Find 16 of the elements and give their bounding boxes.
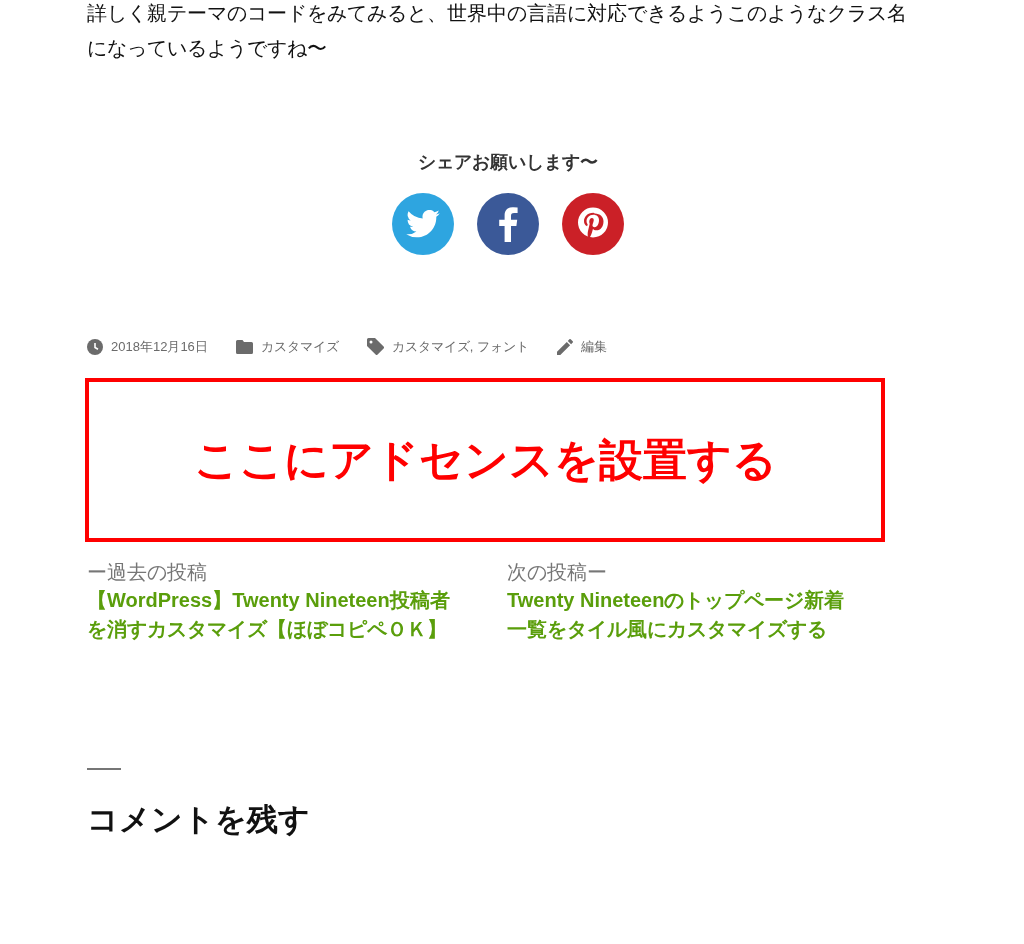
post-nav-label: ー過去の投稿 (87, 558, 208, 586)
pencil-icon (557, 338, 574, 355)
meta-link[interactable]: カスタマイズ (260, 337, 339, 357)
meta-link[interactable]: 編集 (581, 337, 608, 357)
share-heading: シェアお願いします〜 (418, 150, 598, 174)
folder-icon (235, 339, 253, 354)
meta-link[interactable]: 2018年12月16日 (111, 337, 208, 357)
post-nav-link[interactable]: Twenty Nineteenのトップページ新着一覧をタイル風にカスタマイズする (507, 585, 852, 644)
clock-icon (87, 338, 103, 355)
comments-heading: コメントを残す (87, 799, 311, 839)
meta-link[interactable]: カスタマイズ, フォント (391, 337, 530, 357)
post-nav-label: 次の投稿ー (507, 558, 608, 586)
post-nav-link[interactable]: 【WordPress】Twenty Nineteen投稿者を消すカスタマイズ【ほぼコピペＯＫ】 (87, 585, 467, 644)
tag-icon (366, 338, 384, 356)
ad-placeholder-text: ここにアドセンスを設置する (193, 432, 777, 487)
body-paragraph: 詳しく親テーマのコードをみてみると、世界中の言語に対応できるようこのようなクラス名になっているようですね〜 (87, 0, 908, 62)
